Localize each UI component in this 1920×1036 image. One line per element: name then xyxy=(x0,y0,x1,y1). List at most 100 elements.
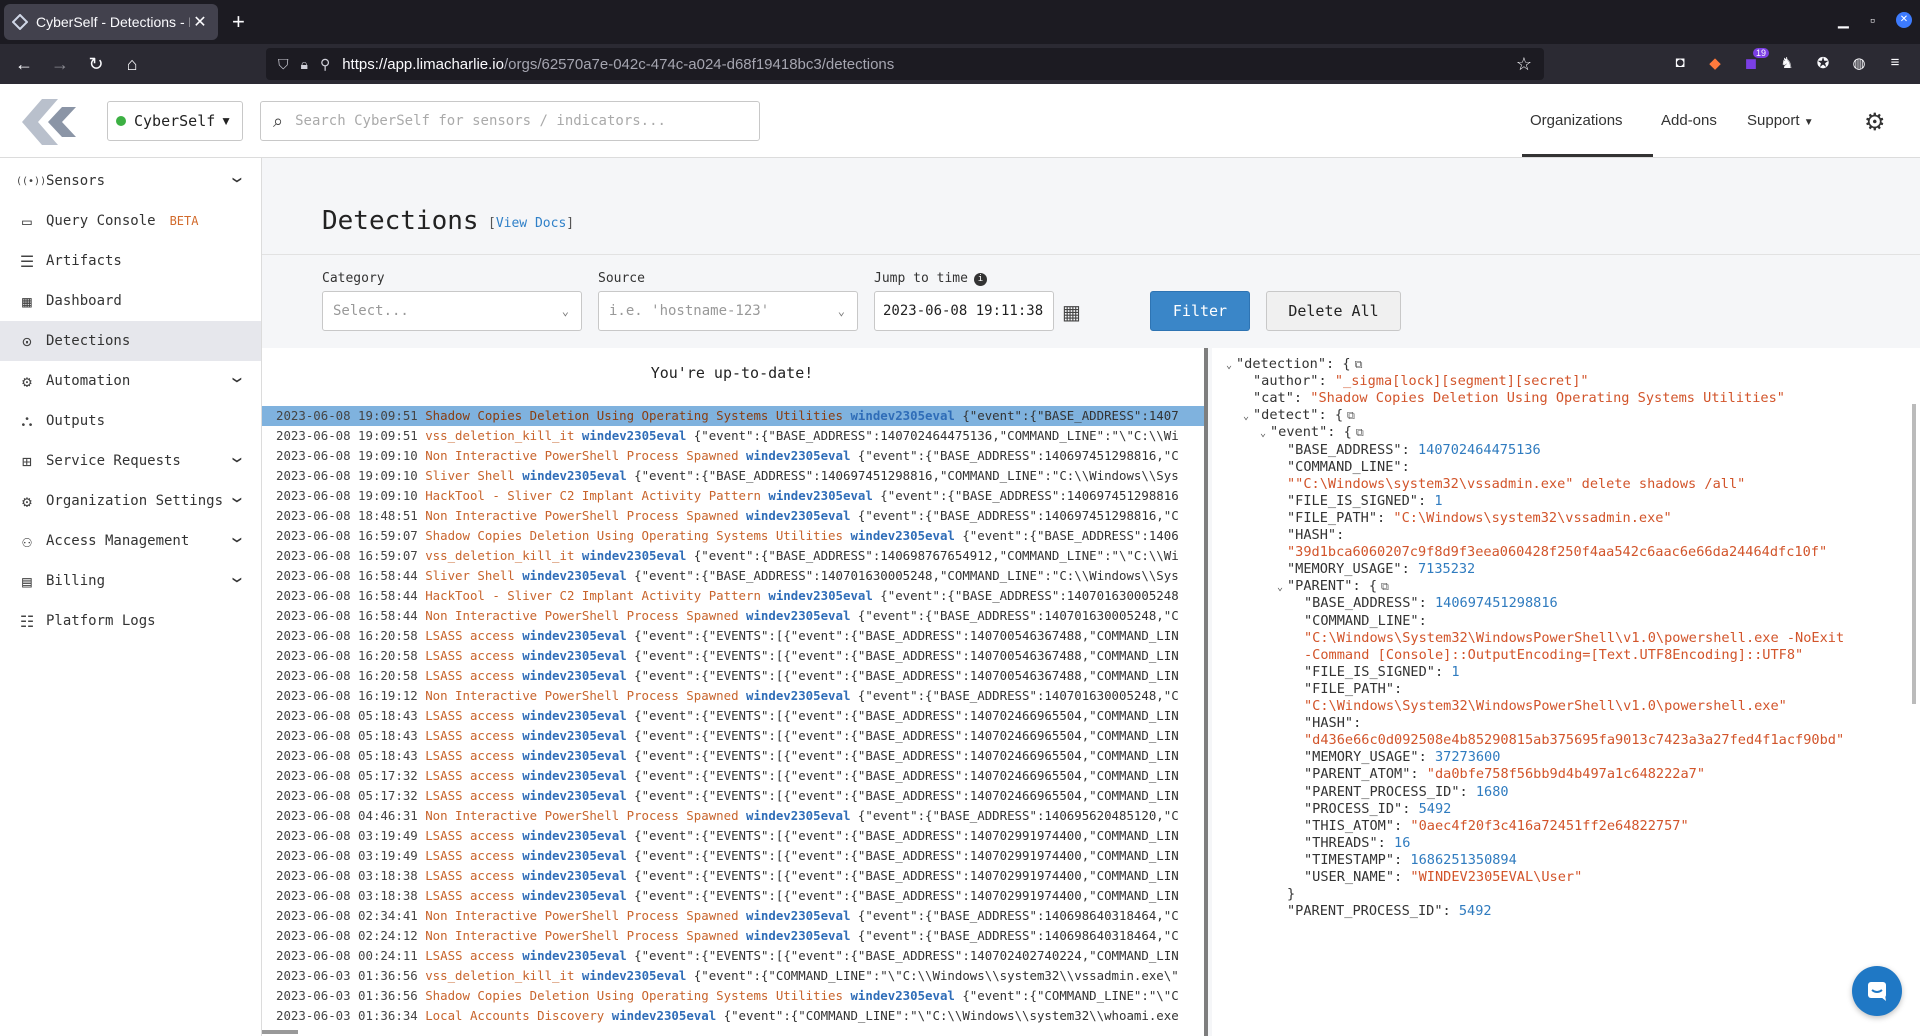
detection-time: 2023-06-08 19:09:10 xyxy=(276,488,418,503)
extension-badge-icon[interactable]: ◼ 19 xyxy=(1741,48,1769,74)
sidebar-item-access-management[interactable]: ⚇ Access Management ❯ xyxy=(0,521,261,561)
browser-tab[interactable]: CyberSelf - Detections - Lin ✕ xyxy=(4,4,218,40)
detection-row[interactable]: 2023-06-08 03:19:49 LSASS access windev2… xyxy=(262,846,1204,866)
source-select[interactable]: i.e. 'hostname-123' ⌄ xyxy=(598,291,858,331)
detection-row[interactable]: 2023-06-08 16:58:44 HackTool - Sliver C2… xyxy=(262,586,1204,606)
sidebar-item-artifacts[interactable]: ☰ Artifacts xyxy=(0,241,261,281)
json-value: 1686251350894 xyxy=(1410,851,1517,868)
detection-row[interactable]: 2023-06-08 16:20:58 LSASS access windev2… xyxy=(262,626,1204,646)
detection-row[interactable]: 2023-06-08 19:09:10 HackTool - Sliver C2… xyxy=(262,486,1204,506)
menu-icon[interactable]: ≡ xyxy=(1885,54,1905,74)
collapse-toggle-icon[interactable]: ⌄ xyxy=(1226,357,1236,374)
detection-row[interactable]: 2023-06-08 05:18:43 LSASS access windev2… xyxy=(262,746,1204,766)
detection-row[interactable]: 2023-06-08 03:18:38 LSASS access windev2… xyxy=(262,886,1204,906)
detection-hostname: windev2305eval xyxy=(581,548,687,563)
collapse-toggle-icon[interactable]: ⌄ xyxy=(1260,425,1270,442)
shield-icon[interactable]: ⛉ xyxy=(278,56,289,73)
sidebar-item-automation[interactable]: ⚙ Automation ❯ xyxy=(0,361,261,401)
new-tab-icon[interactable]: + xyxy=(232,10,245,34)
detection-row[interactable]: 2023-06-08 18:48:51 Non Interactive Powe… xyxy=(262,506,1204,526)
extension-icon-2[interactable]: ✪ xyxy=(1813,54,1833,74)
detection-row[interactable]: 2023-06-08 16:20:58 LSASS access windev2… xyxy=(262,666,1204,686)
detection-row[interactable]: 2023-06-08 16:58:44 Sliver Shell windev2… xyxy=(262,566,1204,586)
detection-row[interactable]: 2023-06-08 04:46:31 Non Interactive Powe… xyxy=(262,806,1204,826)
detection-row[interactable]: 2023-06-08 00:24:11 LSASS access windev2… xyxy=(262,946,1204,966)
detection-row[interactable]: 2023-06-03 01:36:34 Local Accounts Disco… xyxy=(262,1006,1204,1026)
info-icon[interactable]: i xyxy=(973,273,987,286)
org-name: CyberSelf xyxy=(134,112,216,130)
global-search[interactable]: ⌕ xyxy=(260,101,760,141)
sidebar-item-dashboard[interactable]: ▦ Dashboard xyxy=(0,281,261,321)
sidebar-item-organization-settings[interactable]: ⚙ Organization Settings ❯ xyxy=(0,481,261,521)
pocket-icon[interactable]: ◘ xyxy=(1670,54,1690,74)
org-selector[interactable]: CyberSelf ▼ xyxy=(107,101,243,141)
detection-row[interactable]: 2023-06-08 19:09:10 Non Interactive Powe… xyxy=(262,446,1204,466)
sidebar-item-service-requests[interactable]: ⊞ Service Requests ❯ xyxy=(0,441,261,481)
sidebar-item-platform-logs[interactable]: ☷ Platform Logs xyxy=(0,601,261,641)
sidebar-item-outputs[interactable]: ⛬ Outputs xyxy=(0,401,261,441)
category-select[interactable]: Select... ⌄ xyxy=(322,291,582,331)
maximize-window-icon[interactable]: ▫ xyxy=(1870,12,1875,28)
sidebar-item-billing[interactable]: ▤ Billing ❯ xyxy=(0,561,261,601)
view-docs-link[interactable]: View Docs xyxy=(496,216,566,231)
browser-tab-bar: CyberSelf - Detections - Lin ✕ + ▁ ▫ ✕ xyxy=(0,0,1920,44)
delete-all-button[interactable]: Delete All xyxy=(1266,291,1401,331)
filter-button[interactable]: Filter xyxy=(1150,291,1250,331)
reload-icon[interactable]: ↻ xyxy=(84,52,108,76)
jump-to-time-input[interactable]: 2023-06-08 19:11:38 xyxy=(874,291,1054,331)
address-bar[interactable]: ⛉ 🔒︎ ⚲ https://app.limacharlie.io/orgs/6… xyxy=(266,48,1544,80)
collapse-toggle-icon[interactable]: ⌄ xyxy=(1243,408,1253,425)
detection-row[interactable]: 2023-06-08 05:18:43 LSASS access windev2… xyxy=(262,706,1204,726)
detection-row[interactable]: 2023-06-08 05:17:32 LSASS access windev2… xyxy=(262,786,1204,806)
bookmark-star-icon[interactable]: ☆ xyxy=(1516,54,1532,75)
vertical-scrollbar[interactable] xyxy=(1912,404,1916,704)
detection-row[interactable]: 2023-06-08 03:18:38 LSASS access windev2… xyxy=(262,866,1204,886)
detection-row[interactable]: 2023-06-08 16:58:44 Non Interactive Powe… xyxy=(262,606,1204,626)
globe-icon[interactable]: ◍ xyxy=(1849,54,1869,74)
fox-extension-icon[interactable]: ◆ xyxy=(1705,54,1725,74)
detection-row[interactable]: 2023-06-03 01:36:56 vss_deletion_kill_it… xyxy=(262,966,1204,986)
home-icon[interactable]: ⌂ xyxy=(120,52,144,76)
copy-icon[interactable]: ⧉ xyxy=(1356,426,1364,439)
chat-support-button[interactable] xyxy=(1852,966,1902,1016)
horizontal-scrollbar[interactable] xyxy=(262,1030,298,1034)
back-icon[interactable]: ← xyxy=(12,52,36,76)
detection-row[interactable]: 2023-06-08 19:09:10 Sliver Shell windev2… xyxy=(262,466,1204,486)
copy-icon[interactable]: ⧉ xyxy=(1355,358,1363,371)
detection-row[interactable]: 2023-06-08 03:19:49 LSASS access windev2… xyxy=(262,826,1204,846)
limacharlie-logo[interactable] xyxy=(18,97,84,147)
nav-add-ons[interactable]: Add-ons xyxy=(1661,112,1717,129)
collapse-toggle-icon[interactable]: ⌄ xyxy=(1277,579,1287,596)
copy-icon[interactable]: ⧉ xyxy=(1381,580,1389,593)
detection-row[interactable]: 2023-06-03 01:36:56 Shadow Copies Deleti… xyxy=(262,986,1204,1006)
copy-icon[interactable]: ⧉ xyxy=(1347,409,1355,422)
detection-row[interactable]: 2023-06-08 19:09:51 Shadow Copies Deleti… xyxy=(262,406,1204,426)
detection-row[interactable]: 2023-06-08 19:09:51 vss_deletion_kill_it… xyxy=(262,426,1204,446)
search-input[interactable] xyxy=(295,113,736,129)
minimize-window-icon[interactable]: ▁ xyxy=(1838,12,1849,29)
sidebar-item-query-console[interactable]: ▭ Query Console BETA xyxy=(0,201,261,241)
close-window-icon[interactable]: ✕ xyxy=(1896,12,1912,28)
detection-row[interactable]: 2023-06-08 02:34:41 Non Interactive Powe… xyxy=(262,906,1204,926)
calendar-icon[interactable]: ▦ xyxy=(1062,300,1081,325)
nav-support[interactable]: Support ▼ xyxy=(1747,112,1814,129)
forward-icon[interactable]: → xyxy=(48,52,72,76)
permissions-icon[interactable]: ⚲ xyxy=(320,56,330,73)
detection-row[interactable]: 2023-06-08 05:17:32 LSASS access windev2… xyxy=(262,766,1204,786)
extension-icon[interactable]: ♞ xyxy=(1777,54,1797,74)
close-tab-icon[interactable]: ✕ xyxy=(190,12,210,32)
detection-hostname: windev2305eval xyxy=(522,708,627,723)
detection-row[interactable]: 2023-06-08 16:59:07 vss_deletion_kill_it… xyxy=(262,546,1204,566)
sidebar-item-detections[interactable]: ⊙ Detections xyxy=(0,321,261,361)
detection-row[interactable]: 2023-06-08 16:59:07 Shadow Copies Deleti… xyxy=(262,526,1204,546)
detection-hostname: windev2305eval xyxy=(746,808,851,823)
detection-category: LSASS access xyxy=(425,888,515,903)
detection-row[interactable]: 2023-06-08 05:18:43 LSASS access windev2… xyxy=(262,726,1204,746)
settings-gear-icon[interactable]: ⚙ xyxy=(1864,108,1886,137)
detection-row[interactable]: 2023-06-08 16:20:58 LSASS access windev2… xyxy=(262,646,1204,666)
sidebar-item-sensors[interactable]: ((•)) Sensors ❯ xyxy=(0,161,261,201)
detection-row[interactable]: 2023-06-08 02:24:12 Non Interactive Powe… xyxy=(262,926,1204,946)
detection-row[interactable]: 2023-06-08 16:19:12 Non Interactive Powe… xyxy=(262,686,1204,706)
lock-icon[interactable]: 🔒︎ xyxy=(301,56,308,73)
nav-organizations[interactable]: Organizations xyxy=(1530,112,1623,129)
